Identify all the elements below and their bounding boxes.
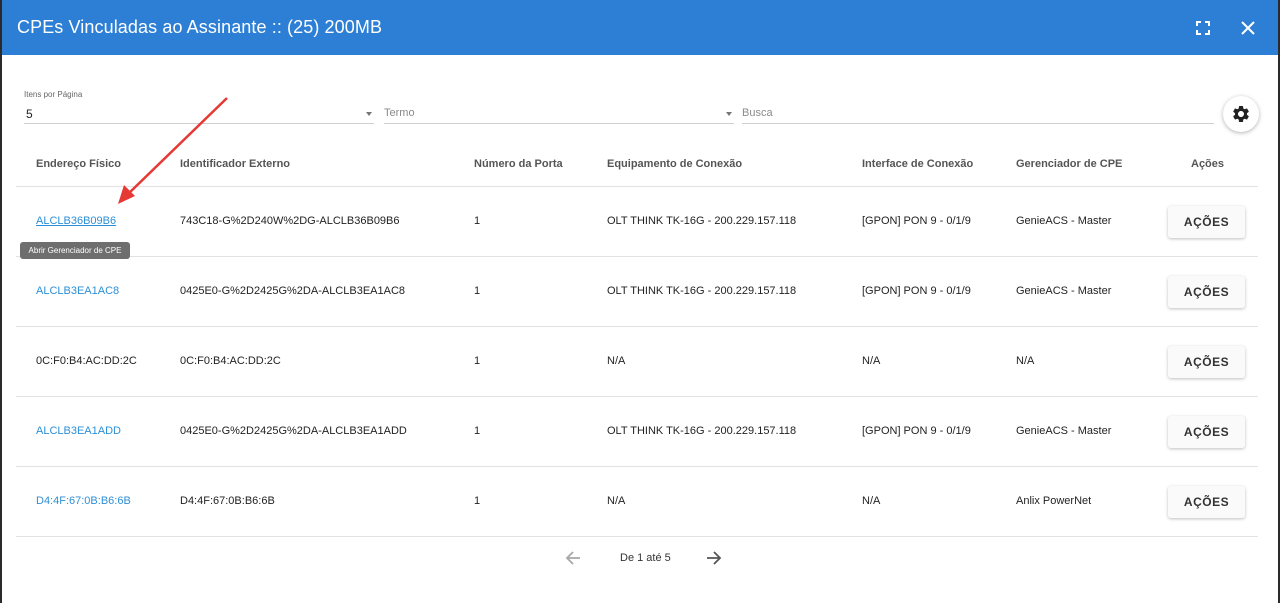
port-number: 1: [474, 355, 481, 367]
external-id: D4:4F:67:0B:B6:6B: [180, 495, 275, 507]
equipment: N/A: [607, 495, 626, 507]
acoes-button[interactable]: AÇÕES: [1168, 346, 1245, 378]
table-row: 0C:F0:B4:AC:DD:2C 0C:F0:B4:AC:DD:2C 1 N/…: [16, 327, 1258, 397]
interface: N/A: [862, 495, 881, 507]
col-header-equipamento[interactable]: Equipamento de Conexão: [607, 158, 742, 170]
mac-link[interactable]: ALCLB36B09B6: [36, 215, 116, 227]
acoes-button[interactable]: AÇÕES: [1168, 486, 1245, 518]
col-header-acoes: Ações: [1191, 158, 1225, 170]
search-input[interactable]: Busca: [742, 94, 1214, 124]
acoes-button[interactable]: AÇÕES: [1168, 206, 1245, 238]
mac-link[interactable]: D4:4F:67:0B:B6:6B: [36, 495, 131, 507]
acoes-button[interactable]: AÇÕES: [1168, 276, 1245, 308]
cpe-manager: GenieACS - Master: [1016, 425, 1112, 437]
chevron-down-icon: [726, 112, 732, 116]
filters-bar: Itens por Página 5 Termo Busca: [2, 86, 1278, 131]
external-id: 0425E0-G%2D2425G%2DA-ALCLB3EA1ADD: [180, 425, 407, 437]
cpe-table: Endereço Físico Identificador Externo Nú…: [16, 143, 1258, 537]
table-row: ALCLB36B09B6 743C18-G%2D240W%2DG-ALCLB36…: [16, 187, 1258, 257]
port-number: 1: [474, 285, 481, 297]
port-number: 1: [474, 425, 481, 437]
gear-icon: [1233, 106, 1249, 122]
mac-link[interactable]: ALCLB3EA1ADD: [36, 425, 121, 437]
interface: [GPON] PON 9 - 0/1/9: [862, 425, 971, 437]
termo-select[interactable]: Termo: [384, 94, 734, 124]
col-header-endereco[interactable]: Endereço Físico: [36, 158, 121, 170]
cpe-manager: Anlix PowerNet: [1016, 495, 1092, 507]
prev-page-button[interactable]: [564, 548, 584, 573]
cpe-manager: GenieACS - Master: [1016, 215, 1112, 227]
port-number: 1: [474, 215, 481, 227]
col-header-interface[interactable]: Interface de Conexão: [862, 158, 973, 170]
fullscreen-button[interactable]: [1188, 13, 1218, 43]
pagination: De 1 até 5: [2, 546, 1278, 572]
acoes-button[interactable]: AÇÕES: [1168, 416, 1245, 448]
cpe-manager: N/A: [1016, 355, 1035, 367]
equipment: OLT THINK TK-16G - 200.229.157.118: [607, 285, 797, 297]
external-id: 743C18-G%2D240W%2DG-ALCLB36B09B6: [180, 215, 400, 227]
col-header-gerenciador[interactable]: Gerenciador de CPE: [1016, 158, 1122, 170]
interface: [GPON] PON 9 - 0/1/9: [862, 215, 971, 227]
next-page-button[interactable]: [703, 548, 723, 573]
equipment: N/A: [607, 355, 626, 367]
settings-button[interactable]: [1223, 96, 1259, 132]
dialog-title: CPEs Vinculadas ao Assinante :: (25) 200…: [17, 17, 383, 37]
cpe-manager: GenieACS - Master: [1016, 285, 1112, 297]
table-header: Endereço Físico Identificador Externo Nú…: [16, 143, 1258, 187]
cpe-dialog: CPEs Vinculadas ao Assinante :: (25) 200…: [0, 0, 1280, 603]
arrow-left-icon: [565, 551, 580, 565]
equipment: OLT THINK TK-16G - 200.229.157.118: [607, 215, 797, 227]
close-icon: [1241, 21, 1255, 35]
close-button[interactable]: [1233, 13, 1263, 43]
interface: N/A: [862, 355, 881, 367]
items-per-page-select[interactable]: 5: [24, 94, 374, 124]
interface: [GPON] PON 9 - 0/1/9: [862, 285, 971, 297]
fullscreen-icon: [1196, 21, 1210, 35]
pagination-text: De 1 até 5: [620, 552, 671, 564]
equipment: OLT THINK TK-16G - 200.229.157.118: [607, 425, 797, 437]
mac-address: 0C:F0:B4:AC:DD:2C: [36, 355, 137, 367]
search-placeholder: Busca: [742, 107, 773, 119]
arrow-right-icon: [707, 551, 722, 565]
external-id: 0425E0-G%2D2425G%2DA-ALCLB3EA1AC8: [180, 285, 406, 297]
port-number: 1: [474, 495, 481, 507]
termo-placeholder: Termo: [384, 107, 415, 119]
dialog-header: CPEs Vinculadas ao Assinante :: (25) 200…: [2, 0, 1278, 55]
col-header-identificador[interactable]: Identificador Externo: [180, 158, 290, 170]
chevron-down-icon: [366, 112, 372, 116]
table-row: ALCLB3EA1ADD 0425E0-G%2D2425G%2DA-ALCLB3…: [16, 397, 1258, 467]
tooltip: Abrir Gerenciador de CPE: [20, 242, 130, 259]
table-row: D4:4F:67:0B:B6:6B D4:4F:67:0B:B6:6B 1 N/…: [16, 467, 1258, 537]
items-per-page-value: 5: [26, 107, 33, 121]
col-header-porta[interactable]: Número da Porta: [474, 158, 563, 170]
mac-link[interactable]: ALCLB3EA1AC8: [36, 285, 119, 297]
table-row: ALCLB3EA1AC8 0425E0-G%2D2425G%2DA-ALCLB3…: [16, 257, 1258, 327]
external-id: 0C:F0:B4:AC:DD:2C: [180, 355, 281, 367]
